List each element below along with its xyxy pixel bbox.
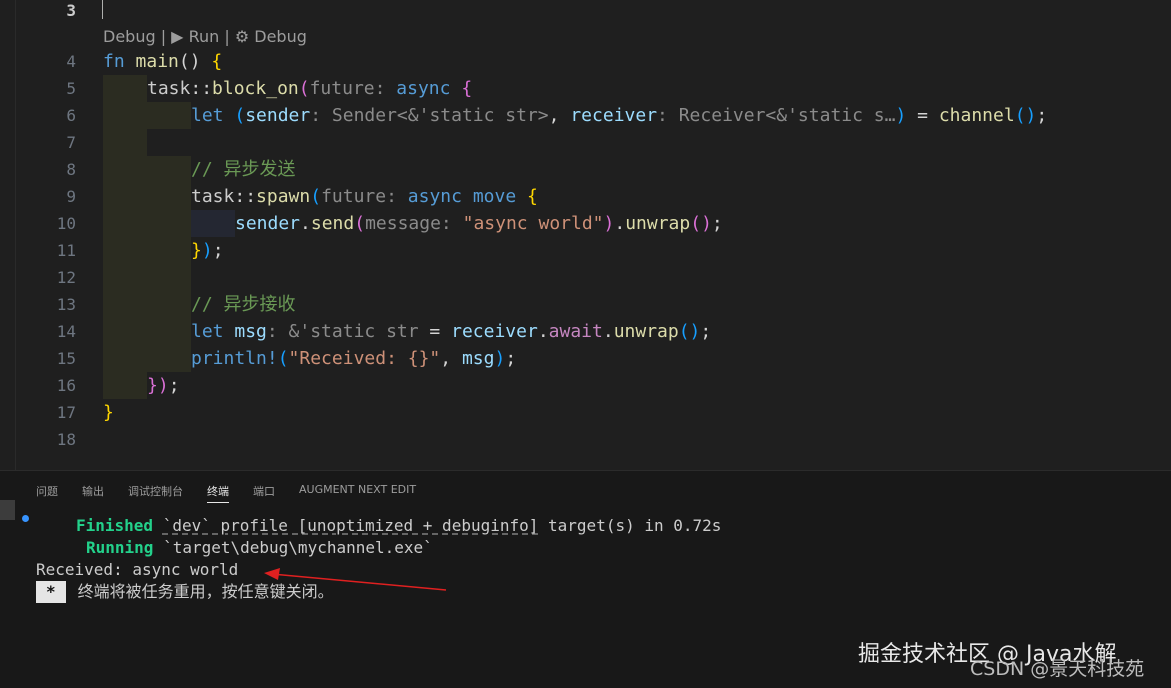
annotation-arrow [264, 568, 447, 591]
watermark-csdn: CSDN @景天科技苑 [970, 658, 1145, 680]
